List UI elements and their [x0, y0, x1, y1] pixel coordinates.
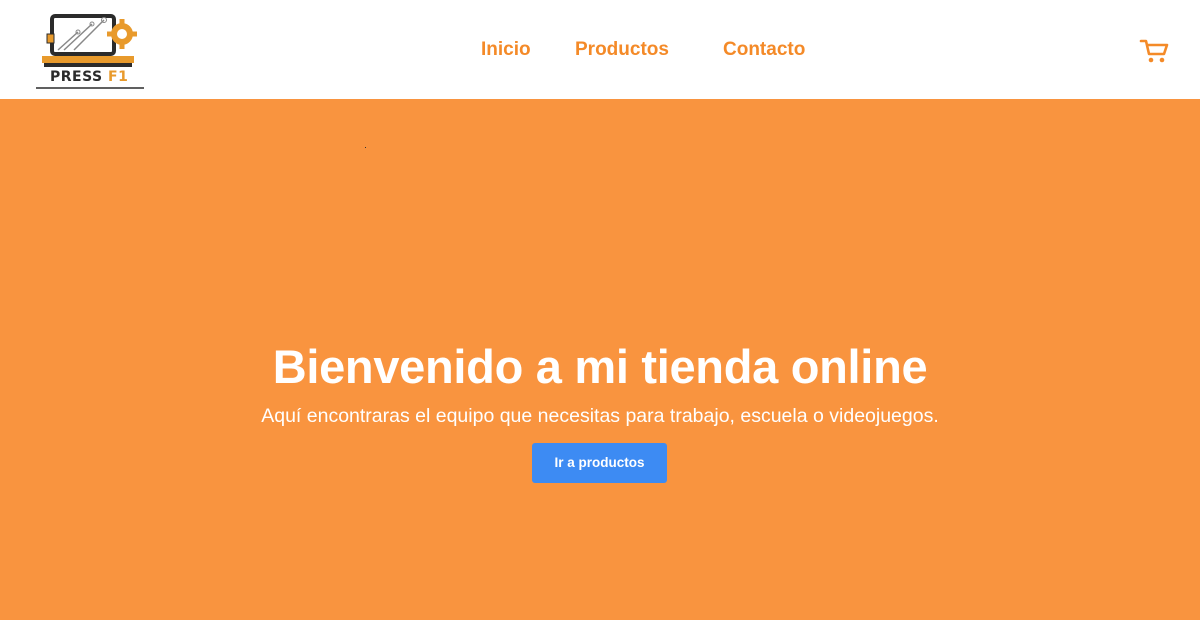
logo-text: PRESS F1	[50, 69, 128, 89]
stray-dot	[365, 147, 366, 148]
go-to-products-button[interactable]: Ir a productos	[532, 443, 667, 483]
nav-link-contacto[interactable]: Contacto	[723, 36, 805, 64]
hero-title: Bienvenido a mi tienda online	[272, 340, 928, 393]
nav-link-inicio[interactable]: Inicio	[481, 36, 531, 64]
site-header: PRESS F1 Inicio Productos Contacto	[0, 0, 1200, 99]
hero-subtitle: Aquí encontraras el equipo que necesitas…	[261, 405, 939, 427]
logo-text-main: PRESS	[50, 69, 109, 85]
main-nav: Inicio Productos Contacto	[0, 36, 1200, 64]
logo-text-accent: F1	[108, 69, 129, 85]
shopping-cart-icon[interactable]	[1138, 36, 1170, 66]
nav-link-productos[interactable]: Productos	[575, 36, 669, 64]
hero-section: Bienvenido a mi tienda online Aquí encon…	[0, 99, 1200, 620]
